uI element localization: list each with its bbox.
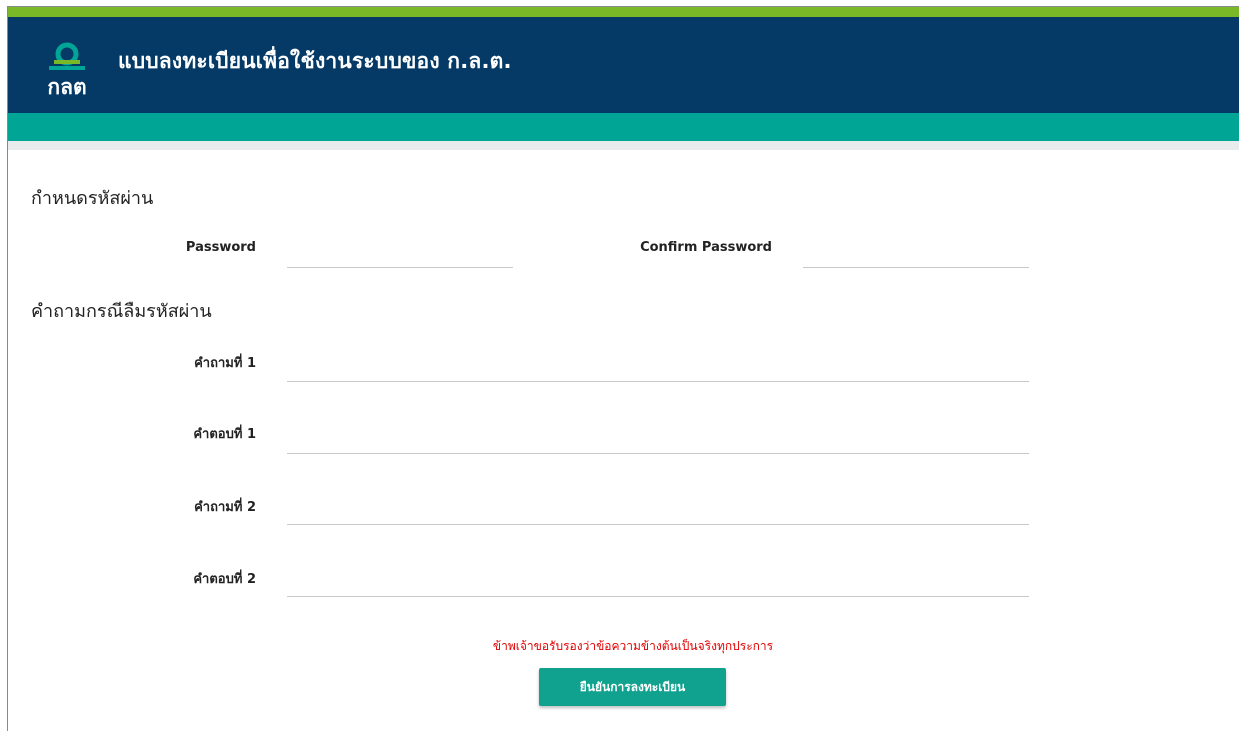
security-section-title: คำถามกรณีลืมรหัสผ่าน [31, 301, 212, 322]
question1-input[interactable] [287, 355, 1029, 382]
divider-band [8, 141, 1239, 150]
answer2-input[interactable] [287, 570, 1029, 597]
password-input[interactable] [287, 241, 513, 268]
confirm-password-label: Confirm Password [640, 240, 772, 255]
password-label: Password [185, 240, 256, 255]
answer1-label: คำตอบที่ 1 [193, 427, 256, 442]
question1-label: คำถามที่ 1 [194, 356, 256, 371]
teal-band [8, 113, 1239, 141]
answer2-label: คำตอบที่ 2 [193, 572, 256, 587]
page-title: แบบลงทะเบียนเพื่อใช้งานระบบของ ก.ล.ต. [118, 49, 512, 73]
confirm-password-input[interactable] [803, 241, 1029, 268]
password-section-title: กำหนดรหัสผ่าน [31, 188, 154, 209]
question2-input[interactable] [287, 498, 1029, 525]
page-header: กลต แบบลงทะเบียนเพื่อใช้งานระบบของ ก.ล.ต… [8, 17, 1239, 113]
logo-text: กลต [47, 75, 87, 99]
confirm-registration-button[interactable]: ยืนยันการลงทะเบียน [539, 668, 726, 706]
registration-page: กลต แบบลงทะเบียนเพื่อใช้งานระบบของ ก.ล.ต… [7, 6, 1239, 731]
answer1-input[interactable] [287, 427, 1029, 454]
certification-notice: ข้าพเจ้าขอรับรองว่าข้อความข้างต้นเป็นจริ… [492, 639, 774, 653]
top-accent-bar [8, 7, 1239, 17]
question2-label: คำถามที่ 2 [194, 500, 256, 515]
sec-logo-icon: กลต [41, 37, 93, 99]
